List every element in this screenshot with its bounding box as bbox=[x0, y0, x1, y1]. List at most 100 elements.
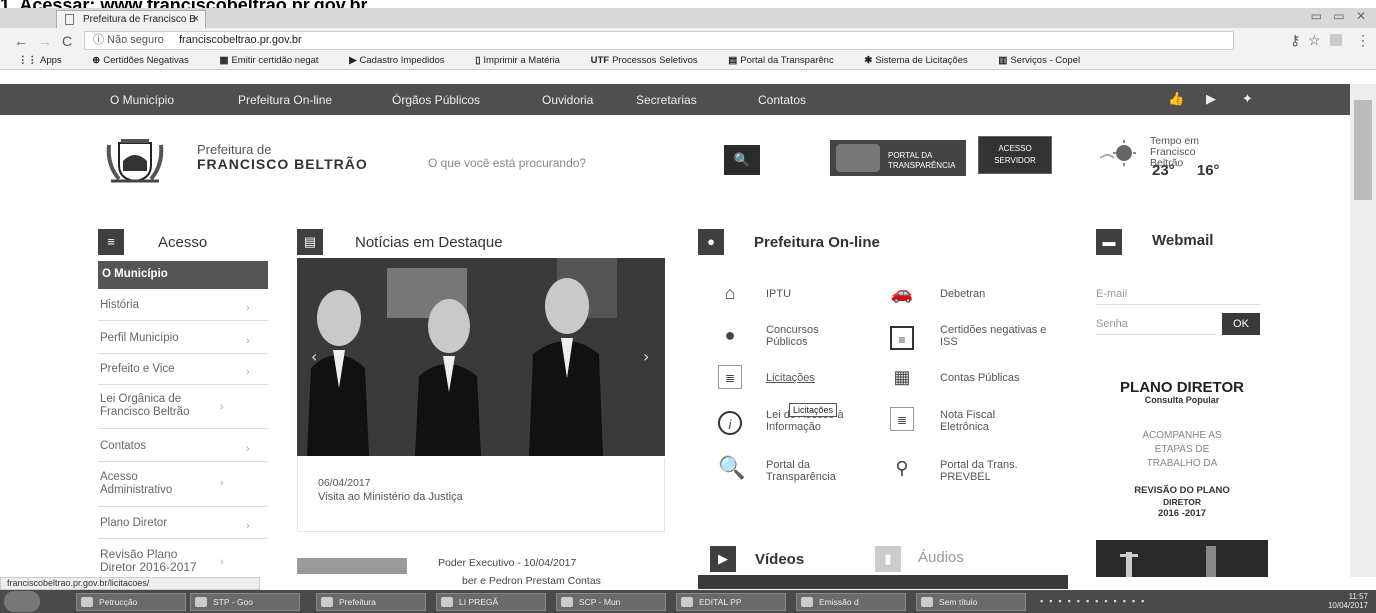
taskbar-item[interactable]: Petrucção bbox=[76, 593, 186, 611]
audios-tab[interactable]: Áudios bbox=[918, 549, 964, 566]
address-url: franciscobeltrao.pr.gov.br bbox=[179, 34, 302, 46]
bookmark-copel[interactable]: ▥ Serviços - Copel bbox=[998, 55, 1094, 66]
start-button[interactable] bbox=[4, 591, 40, 612]
address-bar[interactable]: ⓘ Não seguro franciscobeltrao.pr.gov.br bbox=[84, 31, 1234, 50]
online-item-debetran[interactable]: Debetran bbox=[940, 288, 985, 300]
window-controls[interactable]: ▭ ▭ ✕ bbox=[1311, 9, 1370, 23]
taskbar-item[interactable]: Prefeitura bbox=[316, 593, 426, 611]
taskbar-item[interactable]: STP - Goo bbox=[190, 593, 300, 611]
menu-item-contatos[interactable]: Contatos bbox=[758, 93, 806, 107]
system-tray-icons[interactable]: ▪▪▪▪▪▪▪▪▪▪▪▪ bbox=[1040, 596, 1300, 608]
taskbar-item[interactable]: SCP - Mun bbox=[556, 593, 666, 611]
clock-date: 10/04/2017 bbox=[1327, 601, 1368, 610]
plano-years: 2016 -2017 bbox=[1157, 508, 1207, 519]
online-item-certidoes[interactable]: Certidões negativas e ISS bbox=[940, 324, 1050, 348]
online-item-iptu[interactable]: IPTU bbox=[766, 288, 791, 300]
document-icon: ≡ bbox=[890, 326, 914, 350]
news-headline[interactable]: Visita ao Ministério da Justiça bbox=[318, 491, 463, 503]
bookmark-emitir[interactable]: ▦ Emitir certidão negat bbox=[219, 55, 332, 66]
prefeitura-line2: FRANCISCO BELTRÃO bbox=[197, 156, 368, 172]
car-icon: 🚗 bbox=[890, 283, 914, 303]
portal-device-icon bbox=[836, 144, 880, 172]
prefeitura-line1: Prefeitura de bbox=[197, 142, 272, 157]
site-search-input[interactable] bbox=[428, 150, 711, 176]
menu-list-icon: ≡ bbox=[98, 229, 124, 255]
sidebar-item-acesso-adm[interactable]: Acesso Administrativo › bbox=[100, 471, 224, 497]
menu-item-municipio[interactable]: O Município bbox=[110, 93, 174, 107]
chart-icon: ▤ bbox=[728, 55, 738, 66]
online-item-prevbel[interactable]: Portal da Trans. PREVBEL bbox=[940, 459, 1030, 483]
news-heading: Notícias em Destaque bbox=[355, 234, 503, 251]
youtube-icon[interactable]: ▶ bbox=[1206, 91, 1216, 107]
key-icon[interactable]: ⚷ bbox=[1290, 32, 1300, 49]
thumbs-up-icon[interactable]: 👍 bbox=[1168, 91, 1184, 107]
taskbar-item[interactable]: Emissão d bbox=[796, 593, 906, 611]
bookmark-portal[interactable]: ▤ Portal da Transparênc bbox=[728, 55, 847, 66]
acesso-label: ACESSO SERVIDOR bbox=[994, 144, 1036, 165]
menu-item-ouvidoria[interactable]: Ouvidoria bbox=[542, 93, 593, 107]
video-player[interactable] bbox=[698, 575, 1068, 589]
online-item-licitacoes[interactable]: Licitações bbox=[766, 372, 815, 384]
search-button[interactable]: 🔍 bbox=[724, 145, 760, 175]
back-icon[interactable]: ← bbox=[14, 33, 28, 49]
plano-diretor-title[interactable]: PLANO DIRETOR bbox=[1096, 379, 1268, 396]
sidebar-item-plano-diretor[interactable]: Plano Diretor › bbox=[100, 517, 270, 532]
browser-tab[interactable]: Prefeitura de Francisco B × bbox=[56, 10, 206, 28]
bookmark-imprimir[interactable]: ▯ Imprimir a Matéria bbox=[475, 55, 574, 66]
chevron-right-icon: › bbox=[246, 302, 250, 314]
news-photo[interactable]: ‹ › bbox=[297, 258, 665, 456]
menu-dots-icon[interactable]: ⋮ bbox=[1356, 32, 1370, 49]
star-icon[interactable]: ☆ bbox=[1308, 32, 1321, 49]
extension-icon[interactable] bbox=[1330, 34, 1342, 46]
online-item-nota-fiscal[interactable]: Nota Fiscal Eletrônica bbox=[940, 409, 1030, 433]
twitter-icon[interactable]: ✦ bbox=[1242, 91, 1253, 107]
star-burst-icon: ✱ bbox=[864, 55, 873, 66]
chevron-right-icon: › bbox=[220, 401, 224, 413]
chevron-right-icon: › bbox=[220, 477, 224, 489]
city-crest-logo[interactable] bbox=[105, 135, 179, 185]
plano-diretor: DIRETOR bbox=[1162, 497, 1202, 507]
acesso-servidor-button[interactable]: ACESSO SERVIDOR bbox=[978, 136, 1052, 174]
sidebar-item-lei-organica[interactable]: Lei Orgânica de Francisco Beltrão › bbox=[100, 393, 224, 419]
sidebar-item-historia[interactable]: História › bbox=[100, 299, 270, 314]
security-indicator[interactable]: ⓘ Não seguro bbox=[93, 34, 164, 46]
plano-city-image[interactable] bbox=[1096, 540, 1268, 577]
bookmark-processos[interactable]: UTF Processos Seletivos bbox=[591, 55, 712, 66]
taskbar-clock[interactable]: 11:57 10/04/2017 bbox=[1328, 592, 1368, 610]
email-field[interactable] bbox=[1096, 283, 1260, 305]
news-date: 06/04/2017 bbox=[318, 477, 371, 489]
bookmark-licitacoes[interactable]: ✱ Sistema de Licitações bbox=[864, 55, 981, 66]
forward-icon[interactable]: → bbox=[38, 33, 52, 49]
bookmark-certidoes[interactable]: ⊕ Certidões Negativas bbox=[92, 55, 203, 66]
portal-transparencia-button[interactable]: PORTAL DA TRANSPARÊNCIA bbox=[830, 140, 966, 176]
sidebar-item-contatos[interactable]: Contatos › bbox=[100, 440, 270, 455]
sidebar-item-active[interactable]: O Município bbox=[98, 261, 268, 289]
sidebar-item-label: Revisão Plano Diretor 2016-2017 bbox=[100, 547, 197, 574]
carousel-prev-icon: ‹ bbox=[311, 347, 317, 366]
taskbar-item[interactable]: EDITAL PP bbox=[676, 593, 786, 611]
taskbar-item[interactable]: LI PREGÃ bbox=[436, 593, 546, 611]
videos-tab[interactable]: Vídeos bbox=[755, 551, 804, 568]
reload-icon[interactable]: C bbox=[62, 33, 72, 49]
menu-item-orgaos-publicos[interactable]: Órgãos Públicos bbox=[392, 93, 480, 107]
news-thumbnail[interactable] bbox=[297, 558, 407, 574]
sidebar-divider bbox=[98, 461, 268, 462]
sidebar-item-label: História bbox=[100, 299, 139, 311]
taskbar-item[interactable]: Sem título bbox=[916, 593, 1026, 611]
bookmark-apps[interactable]: ⋮⋮ Apps bbox=[18, 55, 76, 66]
sidebar-item-revisao[interactable]: Revisão Plano Diretor 2016-2017 › bbox=[100, 547, 224, 574]
ok-button[interactable]: OK bbox=[1222, 313, 1260, 335]
online-item-concursos[interactable]: Concursos Públicos bbox=[766, 324, 840, 348]
tab-close-icon[interactable]: × bbox=[193, 11, 199, 28]
menu-item-secretarias[interactable]: Secretarias bbox=[636, 93, 697, 107]
news-item-2-title[interactable]: Poder Executivo - 10/04/2017 bbox=[438, 557, 576, 569]
online-item-contas[interactable]: Contas Públicas bbox=[940, 372, 1020, 384]
prefeitura-title[interactable]: Prefeitura de FRANCISCO BELTRÃO bbox=[197, 142, 368, 172]
online-item-portal-transparencia[interactable]: Portal da Transparência bbox=[766, 459, 846, 483]
sidebar-item-perfil[interactable]: Perfil Município › bbox=[100, 332, 270, 347]
menu-item-prefeitura-online[interactable]: Prefeitura On-line bbox=[238, 93, 332, 107]
sidebar-item-prefeito[interactable]: Prefeito e Vice › bbox=[100, 363, 270, 378]
scrollbar-thumb[interactable] bbox=[1354, 100, 1372, 200]
bookmark-cadastro[interactable]: ▶ Cadastro Impedidos bbox=[349, 55, 458, 66]
password-field[interactable] bbox=[1096, 313, 1216, 335]
